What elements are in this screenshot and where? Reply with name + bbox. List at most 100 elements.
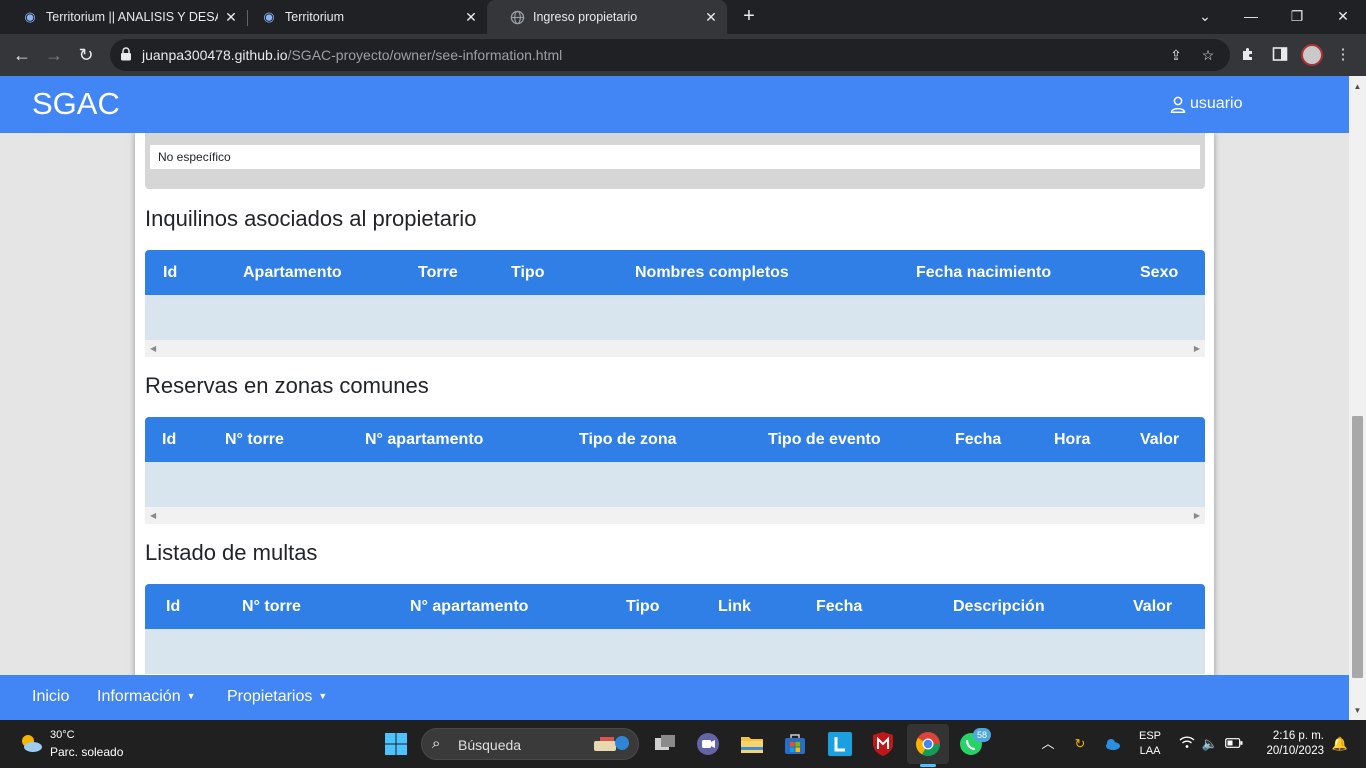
column-header[interactable]: N° torre [242, 598, 301, 616]
app-l-icon[interactable] [826, 730, 854, 758]
browser-tab-strip: ◉ Territorium || ANALISIS Y DESARR ✕ ◉ T… [0, 0, 1366, 34]
windows-start-icon[interactable] [382, 730, 410, 758]
column-header[interactable]: Descripción [953, 598, 1045, 616]
scroll-up-icon[interactable]: ▲ [1353, 82, 1362, 91]
owner-info-panel: No específico [145, 133, 1205, 189]
partly-sunny-weather-icon[interactable] [18, 731, 44, 755]
reservations-horizontal-scrollbar[interactable]: ◀ ▶ [145, 507, 1205, 524]
column-header[interactable]: Tipo de zona [579, 431, 676, 449]
column-header[interactable]: Valor [1133, 598, 1172, 616]
column-header[interactable]: N° apartamento [410, 598, 528, 616]
file-explorer-icon[interactable] [738, 730, 766, 758]
reservations-table-header: Id N° torre N° apartamento Tipo de zona … [145, 417, 1205, 462]
reservations-section-title: Reservas en zonas comunes [145, 373, 429, 398]
column-header[interactable]: Torre [418, 264, 458, 282]
close-tab-icon[interactable]: ✕ [223, 9, 239, 25]
show-hidden-icons-chevron-icon[interactable]: ︿ [1039, 735, 1057, 753]
column-header[interactable]: Id [162, 431, 176, 449]
browser-toolbar: ← → ↻ juanpa300478.github.io/SGAC-proyec… [0, 34, 1366, 76]
search-icon: ⌕ [432, 735, 441, 752]
microsoft-store-icon[interactable] [781, 730, 809, 758]
top-navbar: SGAC usuario [0, 76, 1349, 133]
close-window-icon[interactable]: ✕ [1320, 0, 1366, 34]
search-placeholder: Búsqueda [458, 737, 522, 753]
extensions-puzzle-icon[interactable] [1239, 46, 1257, 64]
address-bar[interactable]: juanpa300478.github.io/SGAC-proyecto/own… [110, 39, 1230, 71]
close-tab-icon[interactable]: ✕ [463, 9, 479, 25]
new-tab-plus-icon[interactable]: + [738, 5, 760, 27]
browser-tab-territorium-analisis[interactable]: ◉ Territorium || ANALISIS Y DESARR ✕ [0, 0, 247, 34]
profile-avatar[interactable] [1301, 44, 1323, 66]
page-vertical-scrollbar[interactable]: ▲ ▼ [1349, 76, 1366, 720]
scroll-down-icon[interactable]: ▼ [1353, 706, 1362, 715]
scroll-right-icon[interactable]: ▶ [1194, 511, 1200, 520]
system-clock[interactable]: 2:16 p. m. 20/10/2023 [1258, 729, 1324, 759]
scroll-right-icon[interactable]: ▶ [1194, 344, 1200, 353]
column-header[interactable]: N° apartamento [365, 431, 483, 449]
restore-icon[interactable]: ❐ [1274, 0, 1320, 34]
lock-icon [121, 47, 131, 61]
nav-inicio[interactable]: Inicio [32, 688, 69, 706]
column-header[interactable]: Tipo [511, 264, 544, 282]
column-header[interactable]: Tipo [626, 598, 659, 616]
input-language-indicator[interactable]: ESP LAA [1139, 729, 1161, 759]
wifi-icon[interactable] [1178, 735, 1196, 753]
tab-search-chevron-icon[interactable]: ⌄ [1182, 0, 1228, 34]
notifications-bell-icon[interactable]: 🔔 [1331, 735, 1349, 753]
column-header[interactable]: Nombres completos [635, 264, 789, 282]
tenants-horizontal-scrollbar[interactable]: ◀ ▶ [145, 340, 1205, 357]
teams-chat-icon[interactable] [694, 730, 722, 758]
user-menu[interactable]: usuario [1170, 95, 1242, 113]
mcafee-icon[interactable] [869, 730, 897, 758]
user-label: usuario [1190, 95, 1243, 112]
nav-informacion-dropdown[interactable]: Información ▼ [97, 688, 196, 706]
fines-section-title: Listado de multas [145, 540, 318, 565]
column-header[interactable]: Sexo [1140, 264, 1178, 282]
close-tab-icon[interactable]: ✕ [703, 9, 719, 25]
sync-icon[interactable]: ↻ [1071, 735, 1089, 753]
nav-propietarios-dropdown[interactable]: Propietarios ▼ [227, 688, 327, 706]
weather-description[interactable]: Parc. soleado [50, 745, 123, 759]
tenants-section-title: Inquilinos asociados al propietario [145, 206, 477, 231]
chrome-icon[interactable] [914, 730, 942, 758]
column-header[interactable]: Id [163, 264, 177, 282]
search-highlight-image-icon [594, 736, 629, 751]
back-arrow-icon[interactable]: ← [10, 43, 34, 67]
weather-temperature[interactable]: 30°C [50, 729, 75, 741]
scroll-left-icon[interactable]: ◀ [150, 344, 156, 353]
column-header[interactable]: Tipo de evento [768, 431, 881, 449]
column-header[interactable]: Fecha [816, 598, 862, 616]
tenants-table-header: Id Apartamento Torre Tipo Nombres comple… [145, 250, 1205, 295]
caret-down-icon: ▼ [186, 691, 196, 701]
scroll-left-icon[interactable]: ◀ [150, 511, 156, 520]
task-view-icon[interactable] [651, 730, 679, 758]
bookmark-star-icon[interactable]: ☆ [1200, 47, 1216, 63]
share-icon[interactable]: ⇪ [1168, 47, 1184, 63]
more-menu-icon[interactable]: ⋮ [1334, 46, 1352, 64]
column-header[interactable]: Fecha nacimiento [916, 264, 1051, 282]
column-header[interactable]: Apartamento [243, 264, 342, 282]
minimize-icon[interactable]: — [1228, 0, 1274, 34]
taskbar-search-box[interactable]: ⌕ Búsqueda [421, 728, 639, 760]
reload-icon[interactable]: ↻ [74, 43, 98, 67]
scrollbar-thumb[interactable] [1352, 416, 1363, 678]
whatsapp-unread-badge: 58 [973, 728, 991, 742]
column-header[interactable]: Fecha [955, 431, 1001, 449]
brand-logo[interactable]: SGAC [32, 86, 120, 122]
reservations-table: Id N° torre N° apartamento Tipo de zona … [145, 417, 1205, 524]
forward-arrow-icon[interactable]: → [42, 43, 66, 67]
column-header[interactable]: Link [718, 598, 751, 616]
reservations-table-body [145, 462, 1205, 507]
browser-tab-ingreso-propietario[interactable]: Ingreso propietario ✕ [487, 0, 727, 34]
onedrive-cloud-icon[interactable] [1103, 735, 1121, 753]
column-header[interactable]: Id [166, 598, 180, 616]
column-header[interactable]: N° torre [225, 431, 284, 449]
side-panel-icon[interactable] [1271, 46, 1289, 64]
column-header[interactable]: Valor [1140, 431, 1179, 449]
battery-icon[interactable] [1225, 735, 1243, 753]
volume-icon[interactable]: 🔈 [1201, 735, 1219, 753]
globe-favicon-icon [509, 9, 525, 25]
column-header[interactable]: Hora [1054, 431, 1090, 449]
caret-down-icon: ▼ [318, 691, 328, 701]
browser-tab-territorium[interactable]: ◉ Territorium ✕ [239, 0, 487, 34]
